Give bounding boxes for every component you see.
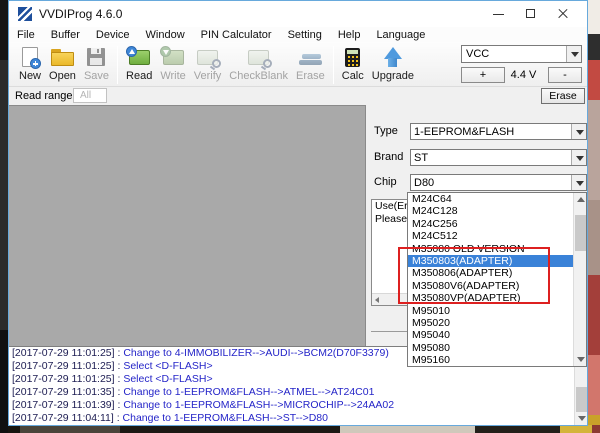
menu-help[interactable]: Help	[330, 29, 369, 41]
window-controls	[483, 1, 579, 27]
checkblank-magnifier-icon	[248, 45, 269, 69]
erase-icon	[299, 45, 322, 69]
chip-option[interactable]: M95080	[408, 342, 573, 354]
vcc-select[interactable]: VCC	[461, 45, 582, 63]
photo-background-bottom	[0, 425, 600, 433]
menu-window[interactable]: Window	[138, 29, 193, 41]
calc-button[interactable]: Calc	[338, 44, 368, 85]
chevron-down-icon[interactable]	[571, 150, 586, 165]
chip-option[interactable]: M24C128	[408, 205, 573, 217]
write-chip-icon	[163, 45, 184, 69]
brand-label: Brand	[374, 151, 403, 163]
scrollbar-thumb[interactable]	[576, 387, 587, 412]
menu-device[interactable]: Device	[88, 29, 138, 41]
chevron-down-icon[interactable]	[571, 175, 586, 190]
voltage-controls: + 4.4 V -	[461, 66, 582, 83]
calculator-icon	[345, 45, 360, 69]
chip-option[interactable]: M95040	[408, 329, 573, 341]
erase-inc-button[interactable]: Erase INC	[541, 88, 585, 104]
menu-buffer[interactable]: Buffer	[43, 29, 88, 41]
window-title: VVDIProg 4.6.0	[39, 7, 122, 21]
chip-option[interactable]: M24C256	[408, 218, 573, 230]
menu-file[interactable]: File	[9, 29, 43, 41]
upgrade-arrow-icon	[383, 45, 403, 69]
read-button[interactable]: Read	[122, 44, 156, 85]
menu-setting[interactable]: Setting	[280, 29, 330, 41]
toolbar-separator	[333, 46, 334, 84]
scroll-left-icon[interactable]	[372, 294, 384, 305]
chip-select[interactable]: D80	[410, 174, 587, 191]
open-folder-icon	[51, 45, 74, 69]
log-entry: [2017-07-29 11:01:35] : Change to 1-EEPR…	[9, 386, 587, 399]
scrollbar-thumb[interactable]	[575, 215, 586, 251]
chip-option[interactable]: M95010	[408, 305, 573, 317]
write-button: Write	[156, 44, 189, 85]
vcc-selected-value: VCC	[466, 48, 489, 60]
type-select[interactable]: 1-EEPROM&FLASH	[410, 123, 587, 140]
voltage-minus-button[interactable]: -	[548, 67, 582, 83]
type-label: Type	[374, 125, 398, 137]
log-entry: [2017-07-29 11:01:39] : Change to 1-EEPR…	[9, 399, 587, 412]
maximize-button[interactable]	[515, 1, 547, 27]
menu-bar: File Buffer Device Window PIN Calculator…	[9, 27, 587, 42]
new-button[interactable]: New	[15, 44, 45, 85]
minimize-icon	[493, 14, 504, 15]
minimize-button[interactable]	[483, 1, 515, 27]
chevron-down-icon[interactable]	[566, 46, 581, 62]
chip-option[interactable]: M24C64	[408, 193, 573, 205]
read-range-label: Read range	[15, 90, 73, 102]
list-vertical-scrollbar[interactable]	[573, 193, 586, 366]
maximize-icon	[526, 9, 535, 18]
menu-language[interactable]: Language	[368, 29, 433, 41]
app-logo-icon	[18, 7, 32, 21]
voltage-plus-button[interactable]: +	[461, 67, 505, 83]
verify-button: Verify	[190, 44, 226, 85]
upgrade-button[interactable]: Upgrade	[368, 44, 418, 85]
highlight-red-box	[398, 247, 550, 304]
menu-pin-calculator[interactable]: PIN Calculator	[193, 29, 280, 41]
read-range-input[interactable]: All	[73, 88, 107, 103]
toolbar-separator	[117, 46, 118, 84]
checkblank-button: CheckBlank	[225, 44, 292, 85]
app-window: VVDIProg 4.6.0 File Buffer Device Window…	[8, 0, 588, 426]
voltage-display: 4.4 V	[505, 69, 542, 81]
read-range-bar: Read range All Erase INC	[9, 87, 587, 105]
brand-select[interactable]: ST	[410, 149, 587, 166]
save-button: Save	[80, 44, 113, 85]
photo-background-right	[587, 0, 600, 433]
save-floppy-icon	[87, 45, 105, 69]
new-file-icon	[22, 45, 38, 69]
close-button[interactable]	[547, 1, 579, 27]
log-entry: [2017-07-29 11:01:25] : Select <D-FLASH>	[9, 373, 587, 386]
verify-magnifier-icon	[197, 45, 218, 69]
erase-button: Erase	[292, 44, 329, 85]
photo-background-left	[0, 0, 8, 433]
read-chip-icon	[129, 45, 150, 69]
buffer-display-area[interactable]	[9, 105, 366, 346]
chevron-down-icon[interactable]	[571, 124, 586, 139]
chip-option[interactable]: M95160	[408, 354, 573, 366]
chip-label: Chip	[374, 176, 397, 188]
scroll-down-icon[interactable]	[578, 416, 586, 421]
scroll-down-icon[interactable]	[577, 357, 585, 362]
toolbar: New Open Save Read Write Verify CheckBla…	[9, 42, 587, 87]
title-bar: VVDIProg 4.6.0	[9, 1, 587, 27]
chip-option[interactable]: M95020	[408, 317, 573, 329]
open-button[interactable]: Open	[45, 44, 80, 85]
scroll-up-icon[interactable]	[577, 197, 585, 202]
log-entry: [2017-07-29 11:04:11] : Change to 1-EEPR…	[9, 412, 587, 425]
chip-option[interactable]: M24C512	[408, 230, 573, 242]
